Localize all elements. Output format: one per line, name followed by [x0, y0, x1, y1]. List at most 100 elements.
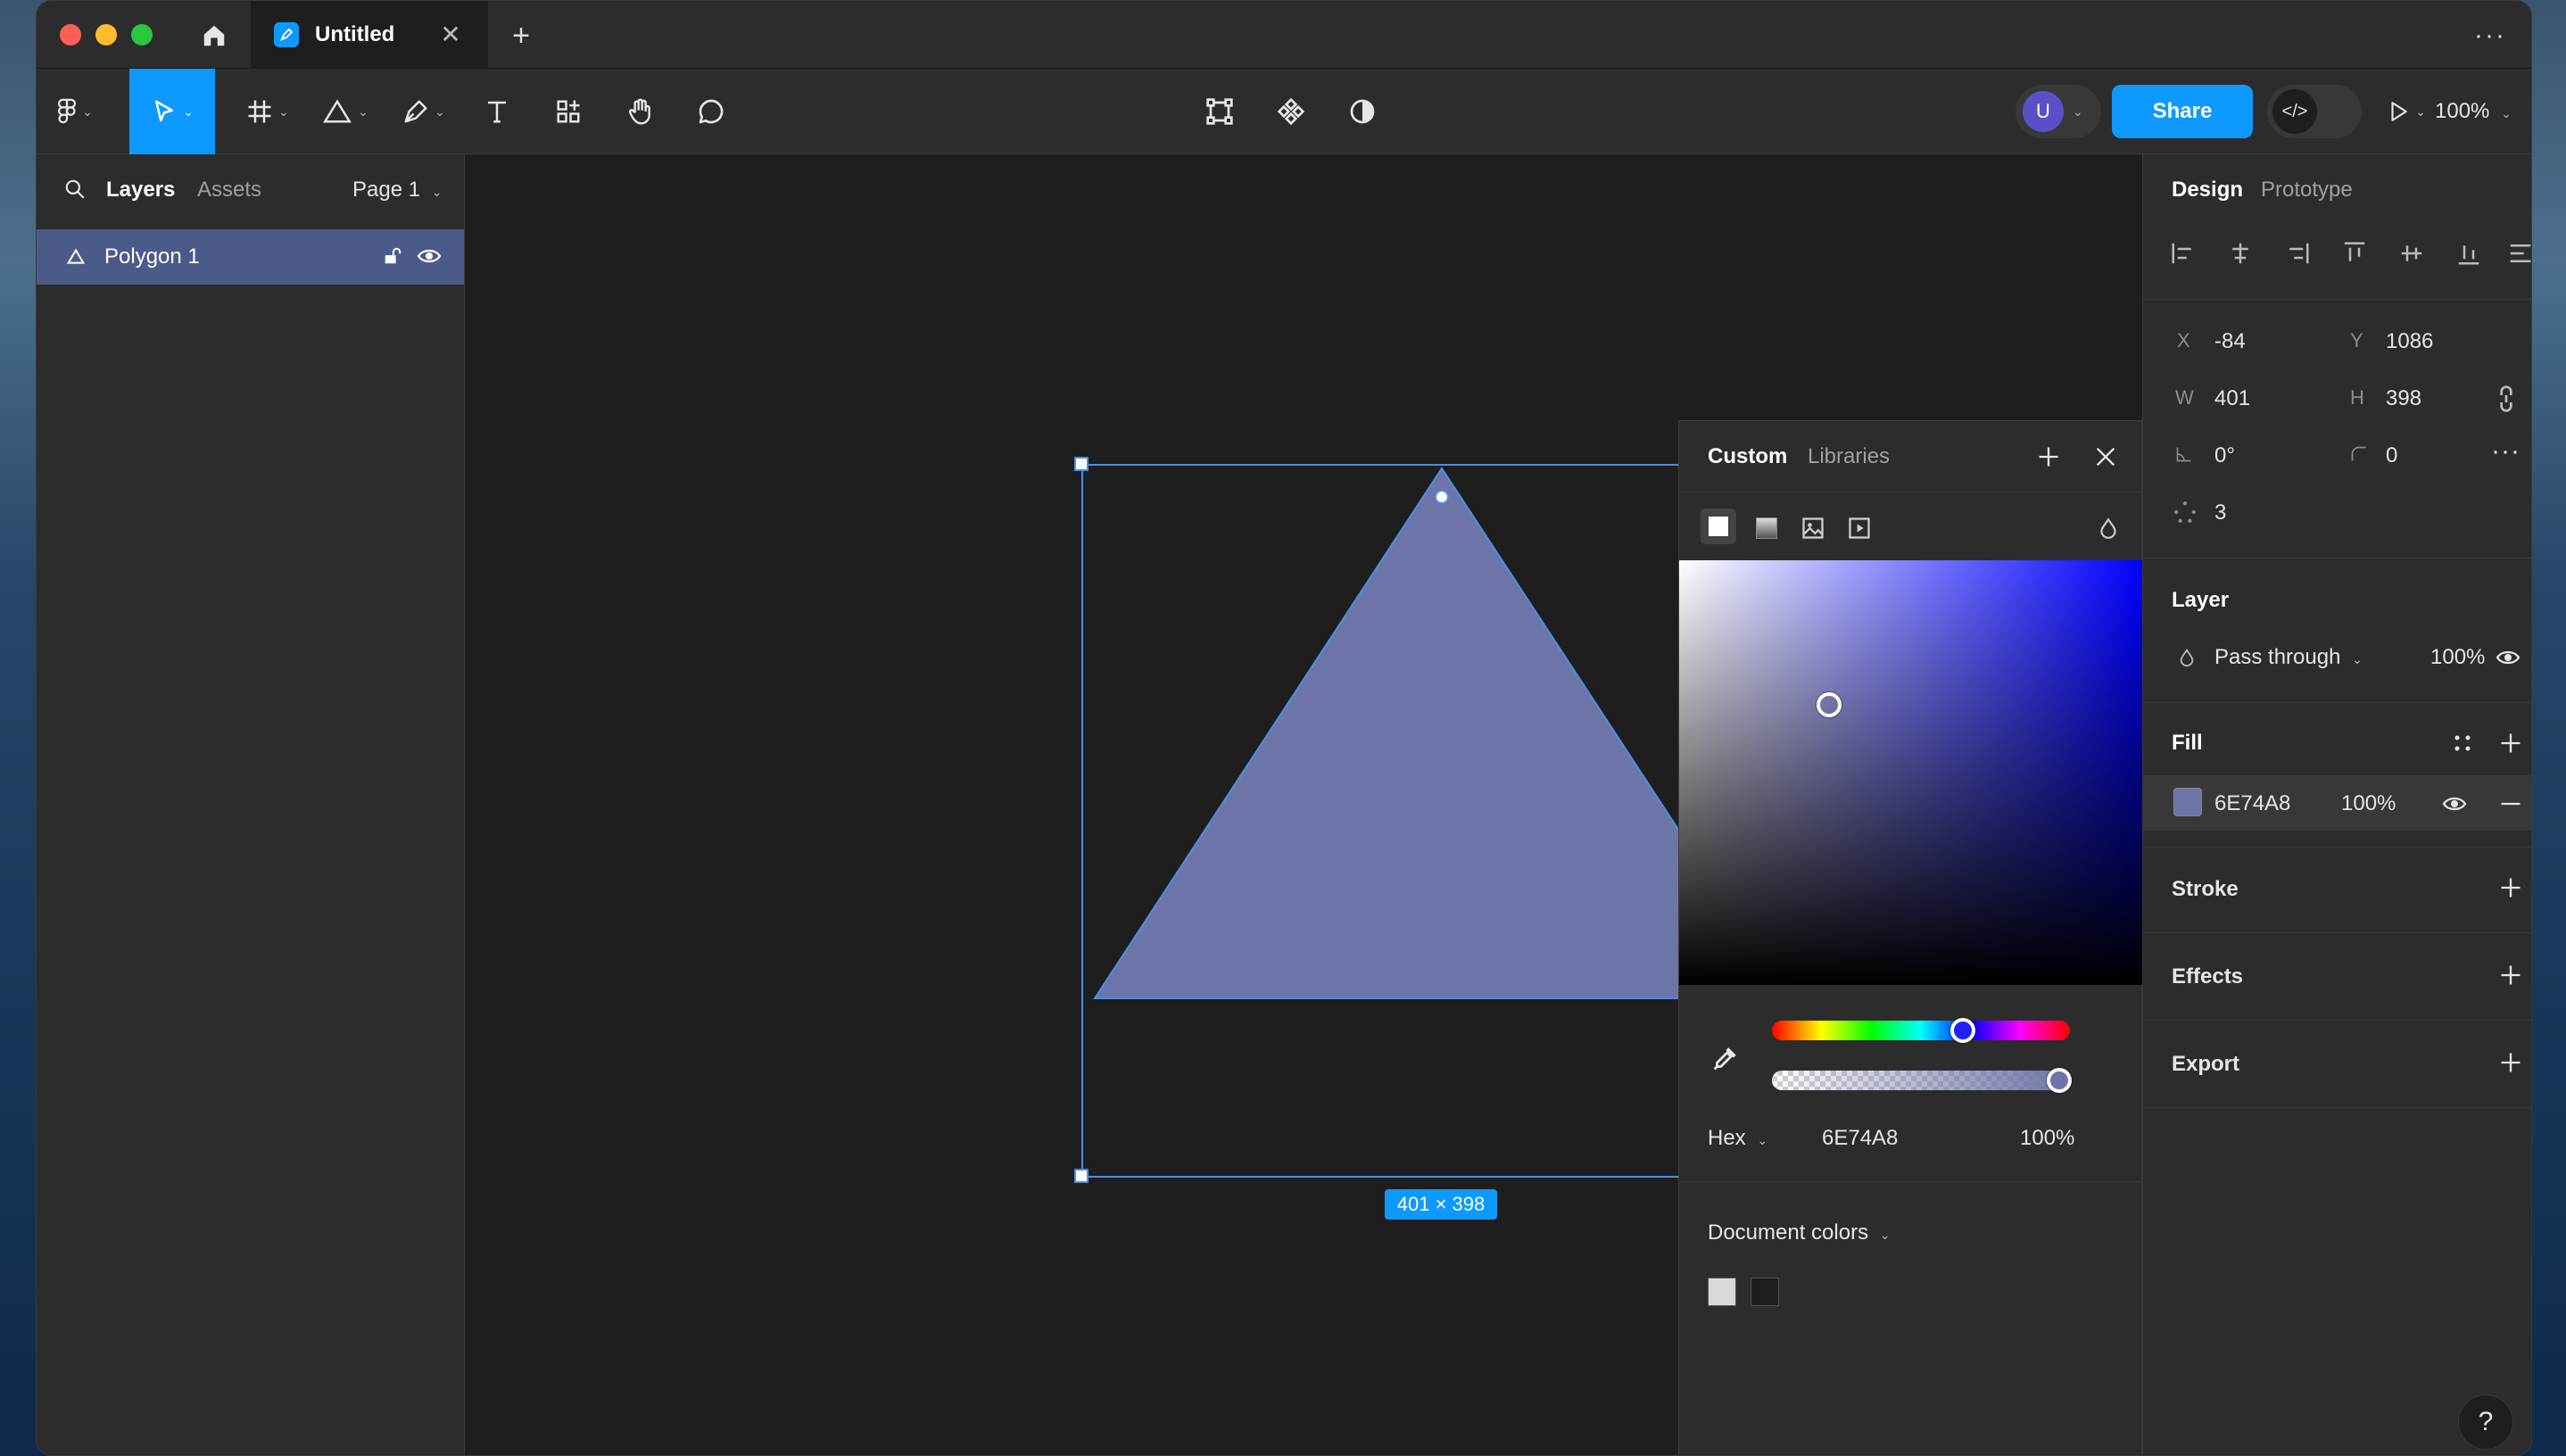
main-menu-button[interactable]: ⌄ — [46, 69, 104, 154]
add-export-icon[interactable] — [2498, 1050, 2523, 1075]
opacity-knob[interactable] — [2047, 1068, 2072, 1093]
file-tab[interactable]: Untitled ✕ — [251, 1, 488, 69]
edit-object-button[interactable] — [1193, 69, 1246, 154]
constrain-proportions-icon[interactable] — [2496, 385, 2516, 413]
page-selector[interactable]: Page 1 ⌄ — [352, 178, 442, 203]
text-tool-button[interactable] — [470, 69, 524, 154]
fill-row[interactable]: 6E74A8 100% — [2143, 775, 2531, 831]
play-icon — [2391, 102, 2407, 121]
image-fill-icon[interactable] — [1800, 516, 1825, 541]
saturation-brightness-field[interactable] — [1679, 560, 2143, 985]
align-bottom-icon[interactable] — [2455, 240, 2482, 267]
tab-libraries[interactable]: Libraries — [1808, 444, 1890, 469]
tab-layers[interactable]: Layers — [106, 178, 175, 203]
corner-radius-input[interactable]: 0 — [2386, 443, 2397, 468]
fill-opacity-input[interactable]: 100% — [2341, 791, 2396, 816]
align-horizontal-center-icon[interactable] — [2227, 240, 2254, 267]
resources-tool-button[interactable] — [540, 69, 597, 154]
comment-tool-button[interactable] — [683, 69, 740, 154]
hue-slider[interactable] — [1772, 1018, 2070, 1043]
rotation-input[interactable]: 0° — [2214, 443, 2235, 468]
remove-fill-icon[interactable] — [2498, 791, 2523, 816]
zoom-dropdown[interactable]: 100% ⌄ — [2435, 99, 2512, 124]
tab-custom[interactable]: Custom — [1708, 444, 1787, 469]
align-vertical-center-icon[interactable] — [2398, 240, 2425, 267]
present-button[interactable]: ⌄ — [2380, 69, 2433, 154]
distribute-icon[interactable] — [2505, 240, 2532, 267]
frame-tool-button[interactable]: ⌄ — [235, 69, 301, 154]
hex-input[interactable]: 6E74A8 — [1822, 1126, 1898, 1151]
solid-fill-button[interactable] — [1701, 509, 1736, 544]
fill-hex-input[interactable]: 6E74A8 — [2214, 791, 2290, 816]
zoom-window-button[interactable] — [131, 24, 153, 46]
divider — [2143, 932, 2531, 933]
add-stroke-icon[interactable] — [2498, 875, 2523, 900]
home-button[interactable] — [195, 17, 233, 54]
opacity-slider[interactable] — [1772, 1068, 2072, 1093]
dev-mode-toggle[interactable]: </> — [2267, 85, 2362, 138]
polygon-layer-icon — [67, 248, 85, 264]
more-options-icon[interactable]: ··· — [2474, 21, 2506, 51]
create-component-button[interactable] — [1264, 69, 1318, 154]
add-effect-icon[interactable] — [2498, 963, 2523, 988]
unlock-icon[interactable] — [383, 245, 402, 267]
resize-handle[interactable] — [1074, 1169, 1088, 1183]
saturation-knob[interactable] — [1817, 692, 1842, 717]
tab-close-icon[interactable]: ✕ — [438, 22, 463, 47]
document-color-swatch[interactable] — [1708, 1278, 1736, 1306]
help-button[interactable]: ? — [2458, 1394, 2513, 1450]
blend-mode-icon — [2180, 649, 2194, 667]
avatar: U — [2023, 91, 2064, 132]
align-right-icon[interactable] — [2284, 240, 2311, 267]
search-icon[interactable] — [63, 178, 87, 201]
minimize-window-button[interactable] — [95, 24, 117, 46]
resize-handle[interactable] — [1074, 457, 1088, 471]
blend-mode-icon[interactable] — [2097, 516, 2120, 541]
color-picker-popover: Custom Libraries Hex ⌄ 6E74A8 100% Docum… — [1678, 420, 2143, 1455]
hand-tool-button[interactable] — [611, 69, 668, 154]
share-button[interactable]: Share — [2112, 85, 2253, 138]
tab-prototype[interactable]: Prototype — [2261, 178, 2353, 203]
close-icon[interactable] — [2093, 444, 2118, 469]
pen-tool-button[interactable]: ⌄ — [388, 69, 459, 154]
vertex-handle[interactable] — [1435, 490, 1449, 504]
video-fill-icon[interactable] — [1847, 516, 1872, 541]
effects-section-title: Effects — [2172, 964, 2244, 989]
width-input[interactable]: 401 — [2214, 386, 2250, 411]
eye-icon[interactable] — [417, 245, 442, 267]
tab-assets[interactable]: Assets — [197, 178, 261, 203]
add-fill-icon[interactable] — [2498, 731, 2523, 756]
document-color-swatch[interactable] — [1751, 1278, 1779, 1306]
eyedropper-icon[interactable] — [1709, 1044, 1740, 1074]
eye-icon[interactable] — [2495, 647, 2521, 668]
close-window-button[interactable] — [60, 24, 81, 46]
divider — [2143, 299, 2531, 300]
opacity-input[interactable]: 100% — [2020, 1126, 2074, 1151]
document-colors-dropdown[interactable]: Document colors ⌄ — [1708, 1220, 1890, 1245]
eye-icon[interactable] — [2441, 793, 2468, 815]
more-options-icon[interactable]: ··· — [2491, 436, 2520, 467]
hue-knob[interactable] — [1950, 1018, 1975, 1043]
layer-opacity-input[interactable]: 100% — [2430, 645, 2485, 670]
move-tool-button[interactable]: ⌄ — [129, 69, 215, 154]
comment-icon — [699, 99, 724, 124]
layer-name: Polygon 1 — [104, 244, 200, 269]
fill-swatch[interactable] — [2173, 788, 2202, 816]
mask-button[interactable] — [1336, 69, 1389, 154]
add-style-icon[interactable] — [2036, 444, 2061, 469]
layer-row[interactable]: Polygon 1 — [37, 229, 464, 285]
shape-tool-button[interactable]: ⌄ — [310, 69, 381, 154]
align-left-icon[interactable] — [2170, 240, 2197, 267]
x-input[interactable]: -84 — [2214, 329, 2246, 354]
height-input[interactable]: 398 — [2386, 386, 2421, 411]
align-top-icon[interactable] — [2341, 240, 2368, 267]
y-input[interactable]: 1086 — [2386, 329, 2433, 354]
gradient-icon[interactable] — [1756, 517, 1777, 539]
point-count-input[interactable]: 3 — [2214, 500, 2226, 525]
user-avatar-button[interactable]: U ⌄ — [2016, 85, 2101, 138]
style-grid-icon[interactable] — [2452, 732, 2473, 754]
blend-mode-dropdown[interactable]: Pass through ⌄ — [2214, 645, 2363, 670]
color-format-dropdown[interactable]: Hex ⌄ — [1708, 1126, 1767, 1151]
tab-design[interactable]: Design — [2172, 178, 2243, 203]
new-tab-button[interactable]: + — [506, 21, 536, 51]
